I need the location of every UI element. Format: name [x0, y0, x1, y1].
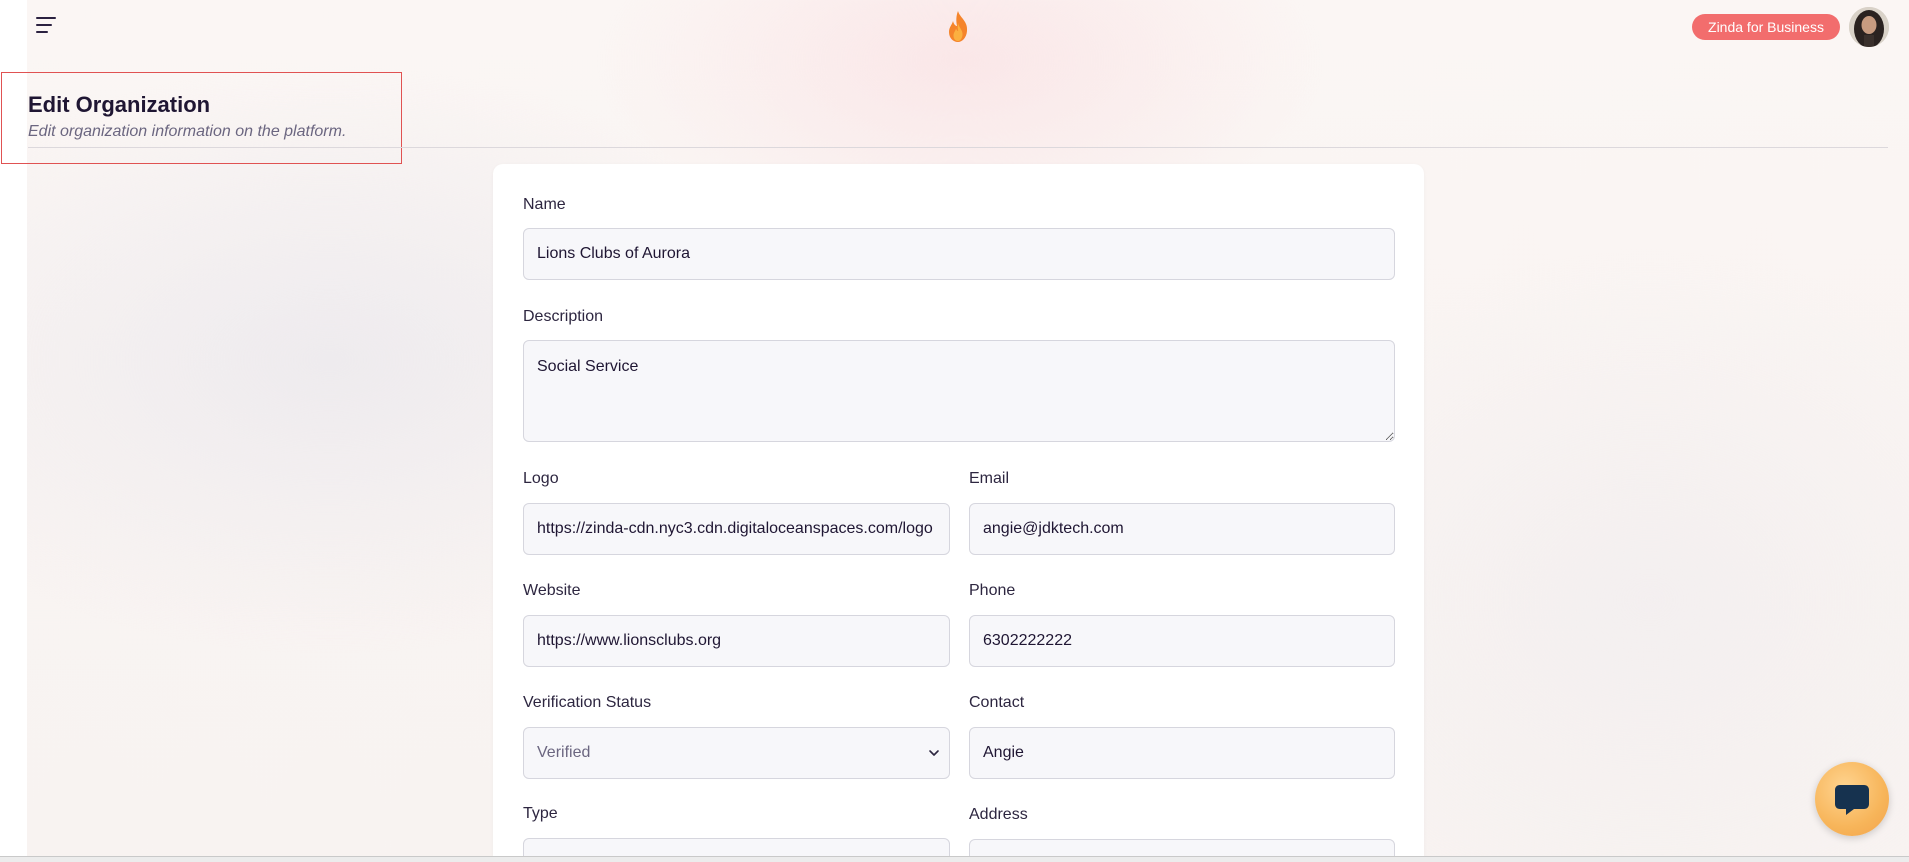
verification-status-label: Verification Status [523, 694, 652, 711]
zinda-for-business-button[interactable]: Zinda for Business [1692, 14, 1840, 40]
chat-support-button[interactable] [1815, 762, 1889, 836]
hamburger-menu-icon[interactable] [36, 17, 60, 37]
avatar-image-icon [1849, 7, 1889, 47]
verification-status-select[interactable]: Verified [523, 727, 950, 779]
edit-organization-form-card: Name Description Social Service Logo Ema… [493, 164, 1424, 862]
heading-highlight-box [1, 72, 402, 164]
header-divider [28, 147, 1888, 148]
name-input[interactable] [523, 228, 1395, 280]
name-label: Name [523, 196, 566, 213]
page-subtitle: Edit organization information on the pla… [28, 123, 347, 140]
email-label: Email [969, 470, 1010, 487]
phone-input[interactable] [969, 615, 1395, 667]
chevron-down-icon [929, 750, 939, 756]
address-label: Address [969, 806, 1028, 823]
chat-bubble-icon [1835, 785, 1869, 815]
bottom-scroll-edge [0, 856, 1909, 862]
verification-status-value[interactable]: Verified [523, 727, 950, 779]
website-input[interactable] [523, 615, 950, 667]
logo-label: Logo [523, 470, 559, 487]
page-title: Edit Organization [28, 92, 211, 117]
user-avatar[interactable] [1849, 7, 1889, 47]
type-label: Type [523, 805, 558, 822]
description-textarea[interactable]: Social Service [523, 340, 1395, 442]
email-input[interactable] [969, 503, 1395, 555]
website-label: Website [523, 582, 581, 599]
contact-input[interactable] [969, 727, 1395, 779]
phone-label: Phone [969, 582, 1016, 599]
contact-label: Contact [969, 694, 1025, 711]
flame-logo-icon[interactable] [944, 9, 972, 45]
logo-url-input[interactable] [523, 503, 950, 555]
description-label: Description [523, 308, 604, 325]
